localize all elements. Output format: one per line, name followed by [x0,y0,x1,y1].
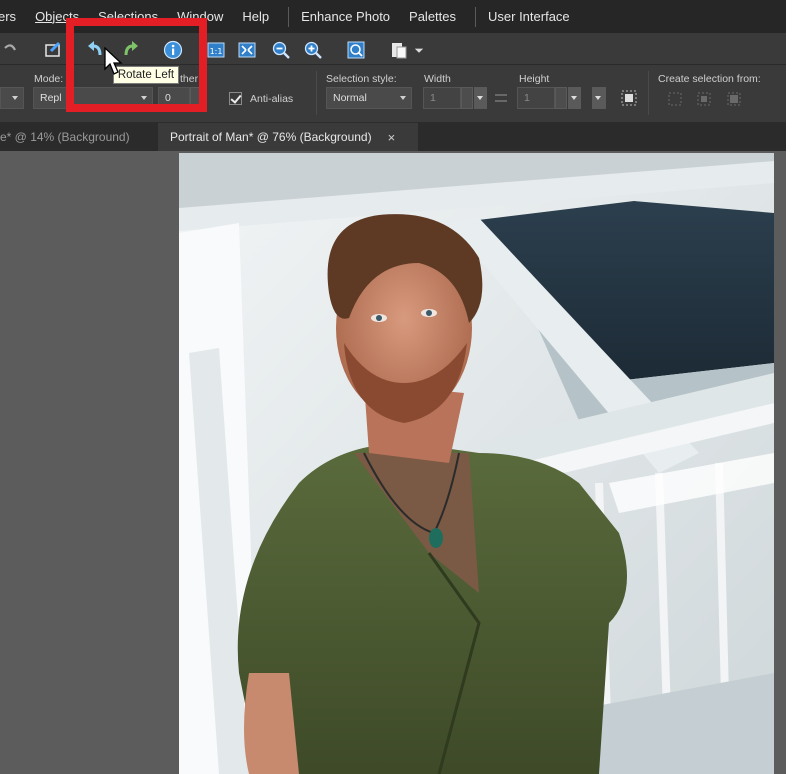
width-value: 1 [430,92,436,104]
menu-separator [475,6,477,27]
selection-from-layer-icon[interactable] [668,92,682,106]
chevron-down-icon [400,96,406,100]
redo-icon [4,44,16,51]
page-margin [786,0,792,774]
menu-help[interactable]: Help [242,9,269,24]
selection-from-opaque-icon[interactable] [697,92,711,106]
zoom-out-button[interactable] [270,39,292,61]
width-spinner[interactable] [461,87,473,109]
app-window: ers Objects Selections Window Help Enhan… [0,0,786,774]
height-spinner[interactable] [555,87,567,109]
image-canvas[interactable] [179,153,774,774]
crop-icon [45,41,61,57]
mode-label: Mode: [34,73,64,85]
actual-size-button[interactable]: 1:1 [205,39,227,61]
menu-user-interface[interactable]: User Interface [488,9,570,24]
selection-style-label: Selection style: [326,73,397,85]
redo-button[interactable] [0,39,22,61]
crop-button[interactable] [42,39,64,61]
tab-label: e* @ 14% (Background) [0,130,130,144]
paste-icon [392,43,407,59]
width-input[interactable]: 1 [423,87,461,109]
selection-style-value: Normal [333,92,367,104]
actual-size-icon: 1:1 [207,42,225,58]
menu-separator [288,6,290,27]
paste-dropdown[interactable] [412,39,426,61]
selection-style-select[interactable]: Normal [326,87,412,109]
zoom-in-button[interactable] [302,39,324,61]
height-label: Height [519,73,550,85]
height-value: 1 [524,92,530,104]
divider [648,71,649,115]
units-dropdown[interactable] [592,87,606,109]
fit-window-icon [238,42,256,58]
menu-layers[interactable]: ers [0,9,16,24]
mouse-cursor-icon [104,47,123,75]
height-units-dropdown[interactable] [568,87,581,109]
highlight-box [66,18,207,112]
zoom-more-button[interactable] [345,39,367,61]
preset-dropdown[interactable] [0,87,24,109]
lock-aspect-icon[interactable] [494,92,508,104]
zoom-out-icon [272,41,290,59]
paste-button[interactable] [388,39,410,61]
menu-palettes[interactable]: Palettes [409,9,456,24]
antialias-checkbox[interactable] [229,92,242,105]
create-selection-label: Create selection from: [658,73,761,85]
mode-value: Repl [40,92,62,104]
tab-label: Portrait of Man* @ 76% (Background) [170,130,372,144]
document-tab-bar: e* @ 14% (Background) Portrait of Man* @… [0,123,786,151]
close-icon[interactable]: × [388,130,396,145]
divider [316,71,317,115]
chevron-down-icon [12,96,18,100]
menu-enhance-photo[interactable]: Enhance Photo [301,9,390,24]
zoom-more-icon [347,41,365,59]
tooltip-text: Rotate Left [117,69,175,81]
antialias-label: Anti-alias [250,93,294,105]
zoom-in-icon [304,41,322,59]
selection-area-icon[interactable] [620,89,638,107]
tab-background-14[interactable]: e* @ 14% (Background) [0,123,152,151]
portrait-photo [179,153,774,774]
chevron-down-icon [414,48,424,53]
height-input[interactable]: 1 [517,87,555,109]
fit-window-button[interactable] [236,39,258,61]
selection-from-all-layers-icon[interactable] [727,92,741,106]
width-units-dropdown[interactable] [474,87,487,109]
width-label: Width [424,73,451,85]
tab-portrait-of-man[interactable]: Portrait of Man* @ 76% (Background) × [158,123,418,151]
svg-text:1:1: 1:1 [210,47,223,56]
